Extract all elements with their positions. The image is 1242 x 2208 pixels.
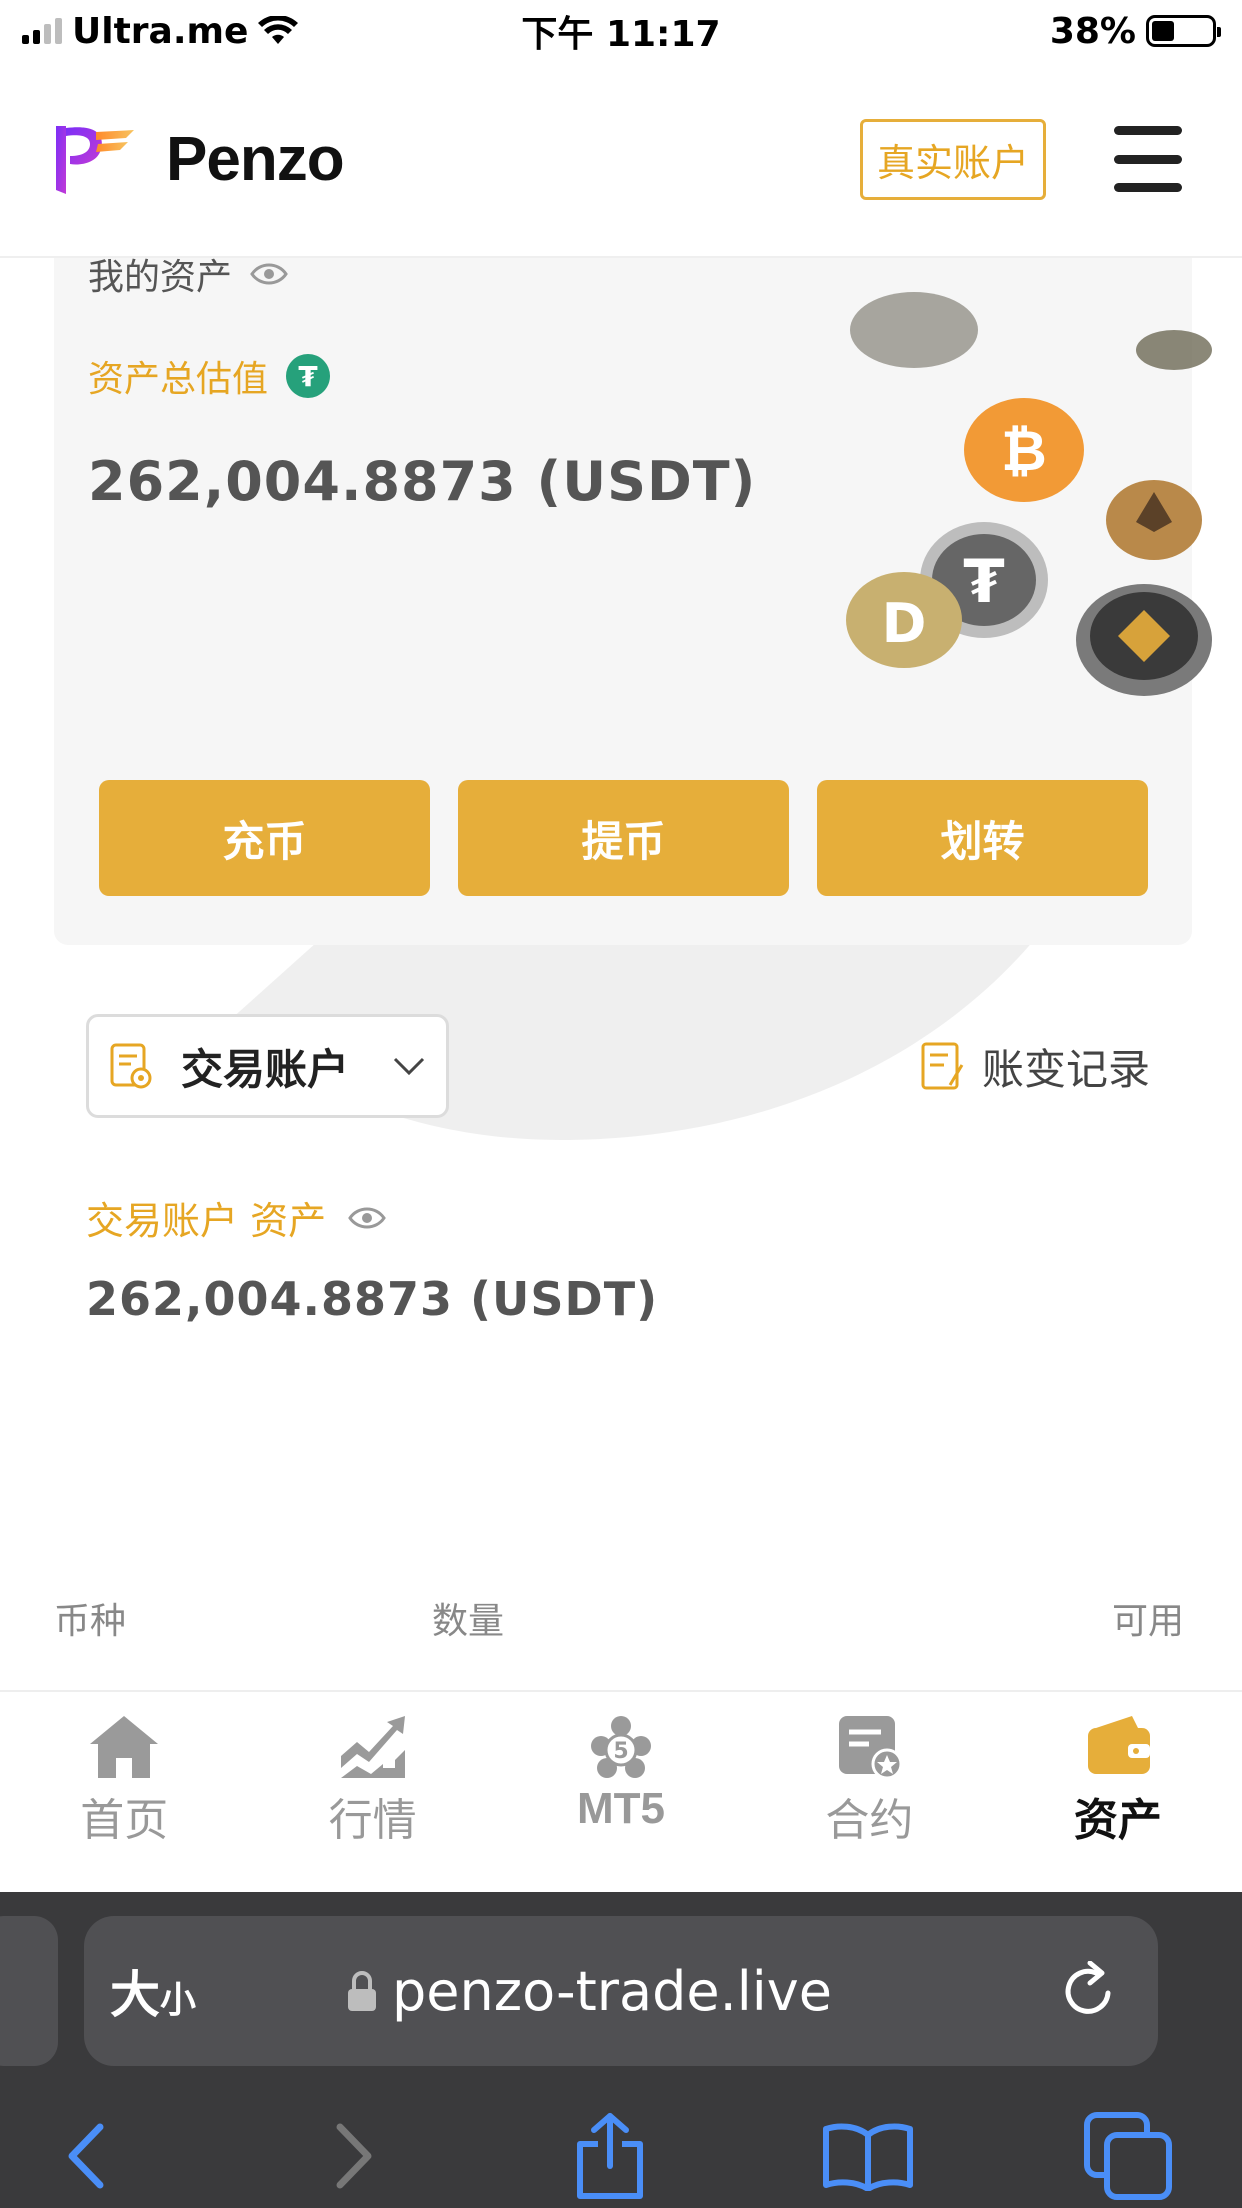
tether-icon: ₮ — [286, 354, 331, 398]
total-valuation-value: 262,004.8873 (USDT) — [88, 450, 757, 513]
bookmarks-icon[interactable] — [818, 2106, 918, 2206]
wallet-icon — [1087, 1716, 1150, 1774]
address-bar[interactable]: 大小 penzo-trade.live — [84, 1916, 1158, 2066]
svg-text:D: D — [882, 592, 927, 655]
url-text: penzo-trade.live — [392, 1959, 832, 2023]
browser-toolbar: 大小 penzo-trade.live — [0, 1892, 1242, 2208]
share-icon[interactable] — [560, 2106, 660, 2206]
account-records-link[interactable]: 账变记录 — [920, 1036, 1150, 1097]
column-header-available: 可用 — [1112, 1601, 1185, 1642]
app-header: Penzo 真实账户 — [0, 62, 1242, 258]
column-header-quantity: 数量 — [432, 1601, 505, 1642]
svg-text:₮: ₮ — [963, 547, 1005, 617]
status-bar: Ultra.me 下午 11:17 38% — [0, 0, 1242, 62]
contract-icon — [839, 1716, 903, 1780]
column-header-coin: 币种 — [54, 1601, 127, 1642]
trade-account-asset-label: 交易账户 资产 — [86, 1190, 386, 1245]
cellular-signal-icon — [22, 18, 62, 44]
text-size-large: 大 — [110, 1966, 160, 2024]
tab-assets-label: 资产 — [1073, 1795, 1162, 1846]
svg-text:5: 5 — [613, 1739, 628, 1764]
asset-actions: 充币 提币 划转 — [99, 780, 1148, 896]
previous-tab-preview[interactable] — [0, 1916, 58, 2066]
withdraw-button[interactable]: 提币 — [458, 780, 789, 896]
svg-text:₿: ₿ — [1001, 419, 1047, 484]
battery-percent: 38% — [1049, 10, 1136, 52]
total-valuation-label: 资产总估值 ₮ — [88, 350, 331, 402]
url-display[interactable]: penzo-trade.live — [346, 1960, 832, 2023]
forward-icon[interactable] — [304, 2106, 404, 2206]
tab-mt5-label: MT5 — [577, 1784, 666, 1833]
account-selector[interactable]: 交易账户 — [86, 1014, 449, 1118]
tab-mt5[interactable]: 5 MT5 — [497, 1692, 745, 1892]
eye-icon[interactable] — [348, 1206, 386, 1230]
tab-home-label: 首页 — [80, 1795, 169, 1846]
back-icon[interactable] — [36, 2106, 136, 2206]
text-size-button[interactable]: 大小 — [110, 1955, 196, 2027]
chevron-down-icon — [393, 1057, 425, 1076]
crypto-coins-illustration: ₿ ₮ D — [846, 292, 1212, 696]
text-size-small: 小 — [160, 1980, 197, 2021]
brand-name: Penzo — [166, 124, 345, 194]
browser-nav-row — [0, 2092, 1242, 2208]
mt5-icon: 5 — [591, 1716, 652, 1778]
tabs-icon[interactable] — [1078, 2106, 1178, 2206]
total-valuation-text: 资产总估值 — [88, 359, 269, 400]
battery-icon — [1146, 15, 1221, 47]
selected-account: 交易账户 — [181, 1044, 350, 1094]
account-doc-icon — [110, 1043, 152, 1089]
wifi-icon — [258, 16, 299, 44]
market-chart-icon — [340, 1716, 405, 1778]
penzo-logo[interactable]: Penzo — [52, 122, 345, 196]
records-icon — [921, 1042, 964, 1089]
home-icon — [90, 1716, 159, 1778]
trade-account-asset-value: 262,004.8873 (USDT) — [86, 1272, 659, 1326]
real-account-button[interactable]: 真实账户 — [859, 118, 1046, 200]
carrier-name: Ultra.me — [72, 10, 249, 52]
tab-home[interactable]: 首页 — [0, 1692, 248, 1892]
bottom-tab-bar: 首页 行情 5 MT5 合约 资产 — [0, 1690, 1242, 1892]
hamburger-menu-icon[interactable] — [1114, 126, 1182, 192]
reload-icon[interactable] — [1060, 1961, 1118, 2021]
records-label: 账变记录 — [982, 1045, 1151, 1094]
deposit-button[interactable]: 充币 — [99, 780, 430, 896]
transfer-button[interactable]: 划转 — [817, 780, 1148, 896]
tab-assets[interactable]: 资产 — [994, 1692, 1242, 1892]
penzo-logo-icon — [56, 126, 134, 194]
assets-card: 我的资产 资产总估值 ₮ 262,004.8873 (USDT) ₿ ₮ D 充… — [54, 220, 1212, 945]
tab-market-label: 行情 — [328, 1795, 417, 1846]
tab-contract-label: 合约 — [825, 1795, 914, 1846]
trade-account-asset-text: 交易账户 资产 — [86, 1199, 327, 1243]
lock-icon — [348, 1971, 377, 2011]
tab-contract[interactable]: 合约 — [745, 1692, 993, 1892]
eye-icon[interactable] — [250, 262, 288, 286]
tab-market[interactable]: 行情 — [248, 1692, 496, 1892]
